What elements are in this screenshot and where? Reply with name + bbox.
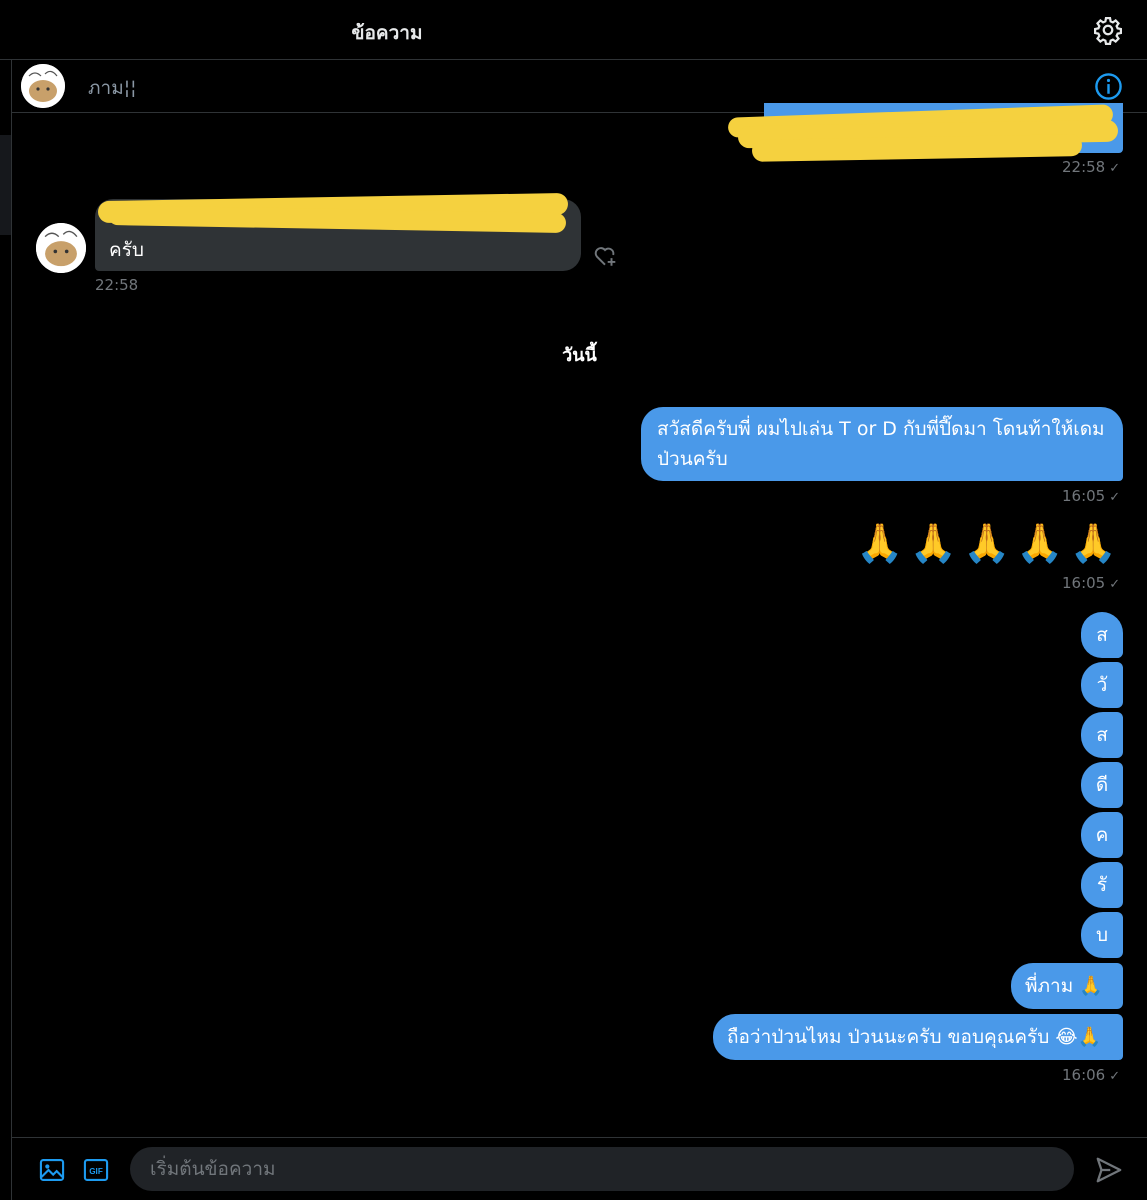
image-icon[interactable] [38,1156,66,1184]
message-text-line: สวัสดีครับพี่ ผมไปเล่น T or D กับพี่ปี๊ด… [657,418,1105,440]
send-icon[interactable] [1094,1155,1124,1185]
composer: GIF เริ่มต้นข้อความ [12,1137,1147,1200]
message-timestamp: 22:58 [95,276,139,294]
message-timestamp: 16:05 ✓ [1062,574,1121,592]
gif-icon[interactable]: GIF [82,1156,110,1184]
message-timestamp: 22:58 ✓ [1062,158,1121,176]
message-bubble-letter[interactable]: ส [1081,612,1123,658]
message-bubble-letter[interactable]: บ [1081,912,1123,958]
message-text: ครับ [109,239,144,261]
message-bubble-letter[interactable]: วั [1081,662,1123,708]
heart-plus-icon[interactable] [592,243,618,269]
info-icon[interactable] [1094,72,1123,101]
gear-icon[interactable] [1093,15,1123,45]
message-bubble-outgoing[interactable]: ถือว่าป่วนไหม ป่วนนะครับ ขอบคุณครับ 😂🙏 [713,1014,1123,1060]
gif-label: GIF [89,1167,103,1176]
message-input[interactable]: เริ่มต้นข้อความ [130,1147,1074,1191]
message-bubble-letter[interactable]: ดี [1081,762,1123,808]
top-bar: ข้อความ [0,0,1147,60]
left-rail [0,60,12,1200]
avatar[interactable] [36,223,86,273]
message-bubble-outgoing[interactable]: พี่ภาม 🙏 [1011,963,1123,1009]
avatar[interactable] [21,64,65,108]
message-timestamp: 16:05 ✓ [1062,487,1121,505]
avatar-image [36,223,86,273]
page-title: ข้อความ [351,22,423,44]
message-list[interactable]: 22:58 ✓ ครับ 22:58 วันนี้ สวัสดีครับพี่ ผ… [12,103,1147,1137]
redaction-scribble [751,134,1083,162]
day-separator: วันนี้ [562,345,597,366]
avatar-image [21,64,65,108]
message-bubble-letter[interactable]: ค [1081,812,1123,858]
message-bubble-outgoing[interactable]: สวัสดีครับพี่ ผมไปเล่น T or D กับพี่ปี๊ด… [641,407,1123,481]
message-text-line: ป่วนครับ [657,448,728,470]
letter-bubble-stack: ส วั ส ดี ค รั บ [1081,612,1123,962]
conversation-name[interactable]: ภาม¦¦ [88,73,137,103]
message-emoji-only[interactable]: 🙏🙏🙏🙏🙏 [856,521,1123,566]
message-bubble-letter[interactable]: ส [1081,712,1123,758]
message-timestamp: 16:06 ✓ [1062,1066,1121,1084]
rail-selection [0,135,11,235]
message-bubble-letter[interactable]: รั [1081,862,1123,908]
